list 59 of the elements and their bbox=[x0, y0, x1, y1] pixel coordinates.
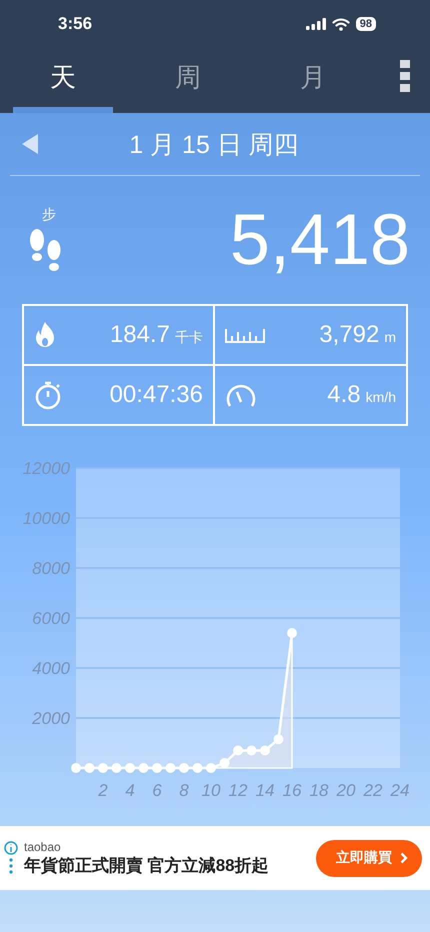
tab[interactable]: 天 bbox=[13, 48, 113, 113]
axis-label: 2 bbox=[98, 781, 108, 800]
signal-icon bbox=[306, 18, 326, 30]
data-point bbox=[138, 763, 148, 773]
info-icon bbox=[4, 841, 18, 875]
chevron-icon bbox=[400, 852, 408, 864]
date-title: 1 月 15 日 周四 bbox=[128, 130, 300, 160]
speedometer-icon bbox=[225, 382, 257, 408]
axis-label: 12 bbox=[228, 781, 248, 800]
axis-label: 2000 bbox=[32, 709, 70, 728]
stat-value: 184.7 千卡 bbox=[110, 321, 203, 349]
axis-label: 8 bbox=[179, 781, 189, 800]
data-point bbox=[220, 758, 230, 768]
data-point bbox=[274, 734, 284, 744]
data-point bbox=[206, 763, 216, 773]
axis-label: 12000 bbox=[22, 459, 70, 478]
tab[interactable]: 周 bbox=[138, 48, 238, 113]
stat-value: 3,792 m bbox=[319, 321, 396, 349]
wifi-icon bbox=[332, 18, 350, 30]
data-point bbox=[71, 763, 81, 773]
stopwatch-icon bbox=[34, 380, 62, 410]
data-point bbox=[192, 763, 202, 773]
axis-label: 20 bbox=[336, 781, 356, 800]
ad-advertiser: taobao bbox=[24, 840, 62, 854]
data-point bbox=[98, 763, 108, 773]
axis-label: 8000 bbox=[32, 559, 70, 578]
tab[interactable]: 月 bbox=[263, 48, 363, 113]
steps-count: 5,418 bbox=[230, 199, 410, 281]
steps-label: 步 bbox=[42, 206, 56, 224]
data-point bbox=[179, 763, 189, 773]
axis-label: 24 bbox=[390, 781, 410, 800]
axis-label: 4 bbox=[125, 781, 135, 800]
data-point bbox=[287, 628, 297, 638]
stat-value: 4.8 km/h bbox=[327, 381, 396, 409]
ruler-icon bbox=[225, 327, 265, 343]
stat-value: 00:47:36 bbox=[110, 381, 203, 409]
status-time: 3:56 bbox=[58, 14, 92, 34]
axis-label: 18 bbox=[310, 781, 328, 800]
data-point bbox=[125, 763, 135, 773]
axis-label: 22 bbox=[364, 781, 382, 800]
axis-label: 16 bbox=[282, 781, 302, 800]
buy-button[interactable]: 立即購買 bbox=[316, 840, 422, 876]
ad-headline: 年貨節正式開賣 官方立減88折起 bbox=[24, 854, 270, 876]
axis-label: 6 bbox=[152, 781, 162, 800]
axis-label: 14 bbox=[256, 781, 274, 800]
data-point bbox=[84, 763, 94, 773]
battery-level: 98 bbox=[356, 17, 376, 31]
axis-label: 10000 bbox=[22, 509, 70, 528]
axis-label: 4000 bbox=[32, 659, 70, 678]
data-point bbox=[246, 746, 256, 756]
data-point bbox=[112, 763, 122, 773]
data-point bbox=[152, 763, 162, 773]
axis-label: 10 bbox=[202, 781, 220, 800]
menu-icon[interactable] bbox=[400, 60, 410, 92]
flame-icon bbox=[34, 321, 56, 349]
data-point bbox=[166, 763, 176, 773]
data-point bbox=[233, 746, 243, 756]
axis-label: 6000 bbox=[32, 609, 70, 628]
data-point bbox=[260, 746, 270, 756]
